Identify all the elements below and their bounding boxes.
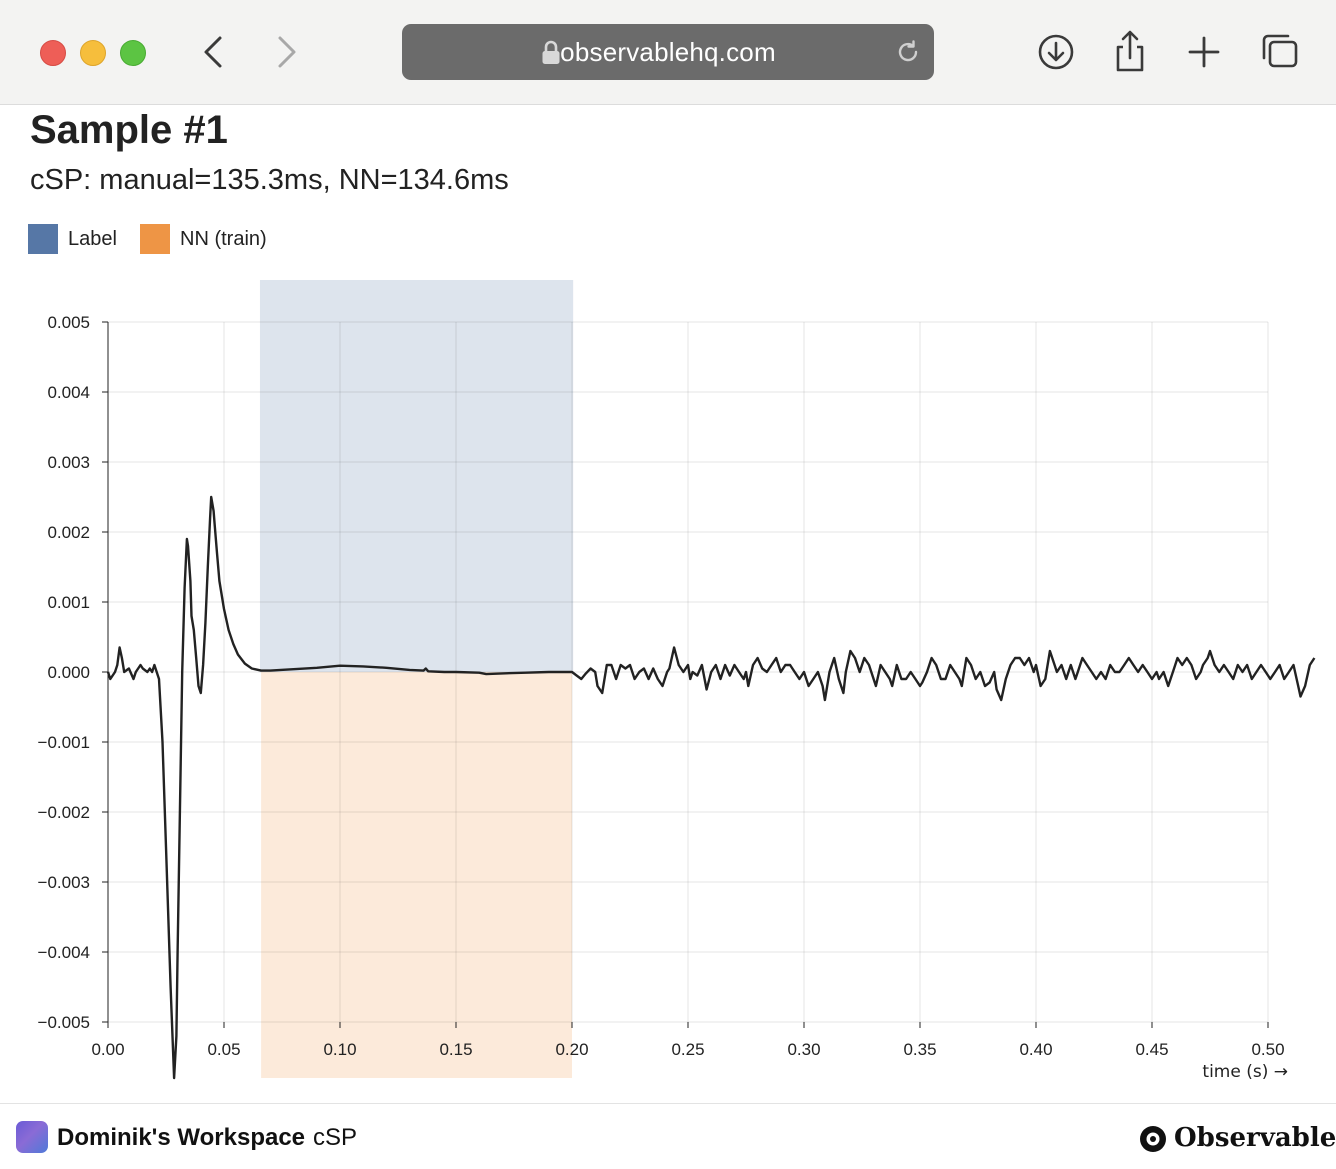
chevron-left-icon	[204, 36, 222, 68]
legend-swatch-nn-train	[140, 224, 170, 254]
legend-text-label: Label	[68, 228, 117, 250]
minimize-window-button[interactable]	[80, 40, 106, 66]
share-icon[interactable]	[1106, 28, 1154, 76]
y-tick-label: 0.002	[47, 523, 90, 542]
forward-button[interactable]	[266, 30, 306, 74]
y-tick-label: 0.004	[47, 383, 90, 402]
observable-wordmark: Observable	[1174, 1123, 1336, 1153]
reload-icon[interactable]	[894, 38, 922, 66]
notebook-name[interactable]: cSP	[313, 1124, 357, 1152]
x-tick-label: 0.25	[671, 1040, 704, 1059]
tab-overview-icon[interactable]	[1256, 28, 1304, 76]
y-tick-label: 0.000	[47, 663, 90, 682]
y-tick-label: 0.001	[47, 593, 90, 612]
address-bar[interactable]: observablehq.com	[402, 24, 934, 80]
chevron-right-icon	[278, 36, 296, 68]
close-window-button[interactable]	[40, 40, 66, 66]
line-chart: 0.005 0.004 0.003 0.002 0.001 0.000 −0.001 −0.0…	[38, 280, 1316, 1082]
observable-logo-icon	[1140, 1126, 1166, 1152]
x-tick-label: 0.40	[1019, 1040, 1052, 1059]
zoom-window-button[interactable]	[120, 40, 146, 66]
page-title: Sample #1	[30, 108, 228, 152]
workspace-name[interactable]: Dominik's Workspace	[57, 1124, 305, 1152]
y-tick-label: −0.002	[38, 803, 90, 822]
region-label	[259, 280, 574, 672]
observable-brand[interactable]: Observable	[1138, 1122, 1336, 1154]
y-tick-label: −0.001	[38, 733, 90, 752]
url-text: observablehq.com	[560, 37, 776, 67]
region-nn-train	[261, 672, 572, 1078]
page-subtitle: cSP: manual=135.3ms, NN=134.6ms	[30, 164, 509, 196]
download-icon[interactable]	[1032, 28, 1080, 76]
legend-swatch-label	[28, 224, 58, 254]
x-tick-label: 0.30	[787, 1040, 820, 1059]
x-tick-label: 0.05	[207, 1040, 240, 1059]
x-axis-label: time (s) →	[1202, 1062, 1288, 1082]
y-tick-label: −0.004	[38, 943, 90, 962]
x-tick-label: 0.10	[323, 1040, 356, 1059]
y-tick-label: 0.005	[47, 313, 90, 332]
y-tick-label: −0.003	[38, 873, 90, 892]
y-tick-label: 0.003	[47, 453, 90, 472]
y-tick-label: −0.005	[38, 1013, 90, 1032]
new-tab-icon[interactable]	[1180, 28, 1228, 76]
x-tick-label: 0.45	[1135, 1040, 1168, 1059]
browser-toolbar: observablehq.com	[0, 0, 1336, 105]
workspace-avatar-icon[interactable]	[16, 1121, 48, 1153]
x-tick-label: 0.35	[903, 1040, 936, 1059]
x-tick-label: 0.50	[1251, 1040, 1284, 1059]
x-tick-label: 0.20	[555, 1040, 588, 1059]
notebook-footer: Dominik's Workspace cSP Observable	[0, 1103, 1336, 1169]
legend-text-nn-train: NN (train)	[180, 228, 267, 250]
back-button[interactable]	[194, 30, 234, 74]
x-tick-label: 0.15	[439, 1040, 472, 1059]
x-tick-label: 0.00	[91, 1040, 124, 1059]
